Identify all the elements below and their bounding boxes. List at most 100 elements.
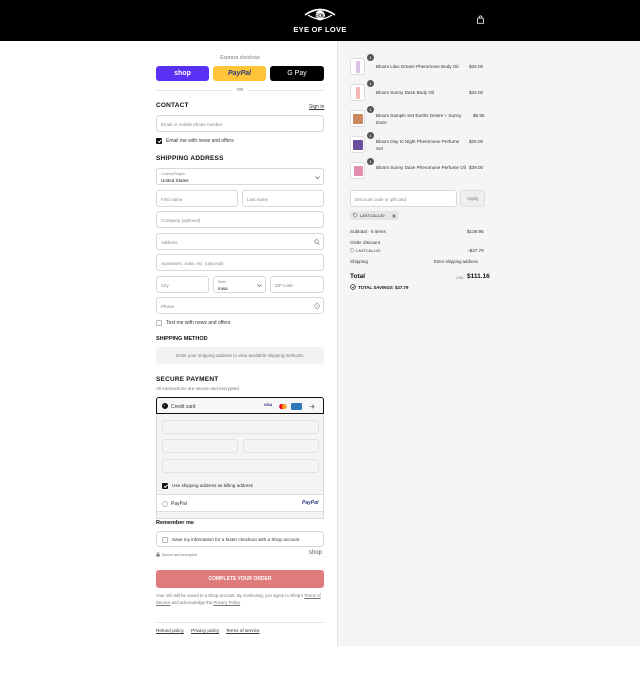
brand-logo[interactable]: EOL EYE OF LOVE xyxy=(290,6,350,34)
apartment-field[interactable]: Apartment, suite, etc. (optional) xyxy=(156,254,324,271)
email-field[interactable]: Email or mobile phone number xyxy=(156,115,324,132)
zip-placeholder: ZIP code xyxy=(275,282,293,288)
item-name: Bloom Sunny Daze Pheromone Perfume Oil xyxy=(376,165,466,170)
item-price: $34.00 xyxy=(469,64,484,69)
mastercard-icon xyxy=(279,403,287,409)
total-value: $111.16 xyxy=(467,273,490,280)
city-field[interactable]: City xyxy=(156,276,209,293)
address-field[interactable]: Address xyxy=(156,233,324,250)
visa-icon: VISA xyxy=(264,403,273,407)
product-thumbnail xyxy=(350,58,365,75)
zip-field[interactable]: ZIP code xyxy=(270,276,324,293)
svg-text:?: ? xyxy=(316,304,318,308)
last-name-field[interactable]: Last name xyxy=(242,190,324,207)
discount-placeholder: Discount code or gift card xyxy=(355,196,407,202)
first-name-field[interactable]: First name xyxy=(156,190,238,207)
chevron-down-icon xyxy=(315,176,320,179)
express-checkout-title: Express checkout xyxy=(220,55,260,61)
order-discount-label: Order discount xyxy=(350,240,381,245)
email-news-checkbox[interactable] xyxy=(156,138,162,144)
country-select[interactable]: Country/Region United States xyxy=(156,168,324,185)
checkout-form: Express checkout shop PayPal G Pay OR CO… xyxy=(0,41,337,673)
help-icon[interactable]: ? xyxy=(314,303,320,309)
phone-placeholder: Phone xyxy=(161,303,175,309)
credit-card-option[interactable]: Credit card VISA xyxy=(156,397,324,414)
quantity-badge: 1 xyxy=(367,158,374,165)
subtotal-label: Subtotal · 5 items xyxy=(350,229,386,234)
total-savings-label: TOTAL SAVINGS xyxy=(358,285,393,290)
card-number-field[interactable] xyxy=(162,420,319,434)
save-info-option[interactable]: Save my information for a faster checkou… xyxy=(156,531,324,547)
company-field[interactable]: Company (optional) xyxy=(156,211,324,228)
name-on-card-field[interactable] xyxy=(162,459,319,473)
item-name: Bloom Day to Night Pheromone Perfume Set xyxy=(376,139,460,151)
terms-of-service-link[interactable]: Terms of service xyxy=(226,628,259,633)
save-info-checkbox[interactable] xyxy=(162,536,168,543)
email-news-label: Email me with news and offers xyxy=(166,138,234,144)
search-icon xyxy=(314,239,320,245)
paypal-radio[interactable] xyxy=(162,500,168,507)
privacy-policy-link[interactable]: Privacy policy xyxy=(191,628,219,633)
item-name: Bloom Lilac Dream Pheromone Body Oil xyxy=(376,64,459,69)
credit-card-radio[interactable] xyxy=(162,403,168,409)
sign-in-link[interactable]: Sign in xyxy=(309,104,324,110)
billing-address-checkbox[interactable] xyxy=(162,483,168,489)
quantity-badge: 1 xyxy=(367,106,374,113)
quantity-badge: 1 xyxy=(367,80,374,87)
discount-code-field[interactable]: Discount code or gift card xyxy=(350,190,457,207)
item-name: Bloom Sunny Daze Body Oil xyxy=(376,90,434,95)
logo-letters: EOL xyxy=(315,13,325,19)
apply-button[interactable]: Apply xyxy=(460,190,485,207)
discount-tag-label: LASTCALL20 xyxy=(360,213,385,219)
brand-name: EYE OF LOVE xyxy=(293,25,347,34)
tag-icon xyxy=(353,213,358,218)
phone-field[interactable]: Phone ? xyxy=(156,297,324,314)
state-select[interactable]: State Iowa xyxy=(213,276,266,293)
last-name-placeholder: Last name xyxy=(247,196,269,202)
contact-heading: CONTACT xyxy=(156,102,189,109)
state-value: Iowa xyxy=(218,286,228,291)
footer-divider xyxy=(156,622,324,623)
shop-pay-button[interactable]: shop xyxy=(156,66,209,81)
paypal-logo: PayPal xyxy=(302,499,319,506)
paypal-label: PayPal xyxy=(171,501,187,507)
close-icon[interactable] xyxy=(392,213,396,218)
first-name-placeholder: First name xyxy=(161,196,183,202)
paypal-button[interactable]: PayPal xyxy=(213,66,266,81)
legal-text: Your info will be saved to a Shop accoun… xyxy=(156,593,328,606)
security-code-field[interactable] xyxy=(243,439,319,453)
privacy-link[interactable]: Privacy Policy xyxy=(213,600,239,605)
country-label: Country/Region xyxy=(161,172,186,176)
site-header: EOL EYE OF LOVE xyxy=(0,0,640,41)
state-label: State xyxy=(218,280,227,284)
remember-me-heading: Remember me xyxy=(156,520,194,526)
refund-policy-link[interactable]: Refund policy xyxy=(156,628,184,633)
country-value: United States xyxy=(161,178,189,183)
expiration-field[interactable] xyxy=(162,439,238,453)
shipping-method-message: Enter your shipping address to view avai… xyxy=(175,353,305,358)
shopping-bag-icon[interactable] xyxy=(476,15,485,24)
item-price: $39.00 xyxy=(469,165,484,170)
discount-value: −$27.79 xyxy=(467,248,484,253)
complete-order-button[interactable]: COMPLETE YOUR ORDER xyxy=(156,570,324,588)
google-pay-button[interactable]: G Pay xyxy=(270,66,324,81)
shipping-address-heading: SHIPPING ADDRESS xyxy=(156,155,224,162)
company-placeholder: Company (optional) xyxy=(161,217,201,223)
text-news-checkbox[interactable] xyxy=(156,320,162,326)
amex-icon xyxy=(291,402,302,410)
product-thumbnail xyxy=(350,136,365,153)
legal-and: and acknowledge the xyxy=(171,599,213,605)
shipping-label: Shipping xyxy=(350,259,368,264)
total-savings-value: $27.79 xyxy=(395,285,409,290)
paypal-option[interactable]: PayPal PayPal xyxy=(156,494,324,512)
city-placeholder: City xyxy=(161,282,169,288)
tag-icon xyxy=(350,248,355,253)
item-price: $25.00 xyxy=(469,139,484,144)
quantity-badge: 1 xyxy=(367,132,374,139)
apartment-placeholder: Apartment, suite, etc. (optional) xyxy=(161,260,224,266)
item-price: $6.95 xyxy=(473,113,485,118)
payment-subtitle: All transactions are secure and encrypte… xyxy=(156,386,241,391)
arrow-right-icon xyxy=(309,403,315,409)
discount-tag: LASTCALL20 xyxy=(350,211,399,220)
order-summary: 1 Bloom Lilac Dream Pheromone Body Oil $… xyxy=(337,41,640,646)
